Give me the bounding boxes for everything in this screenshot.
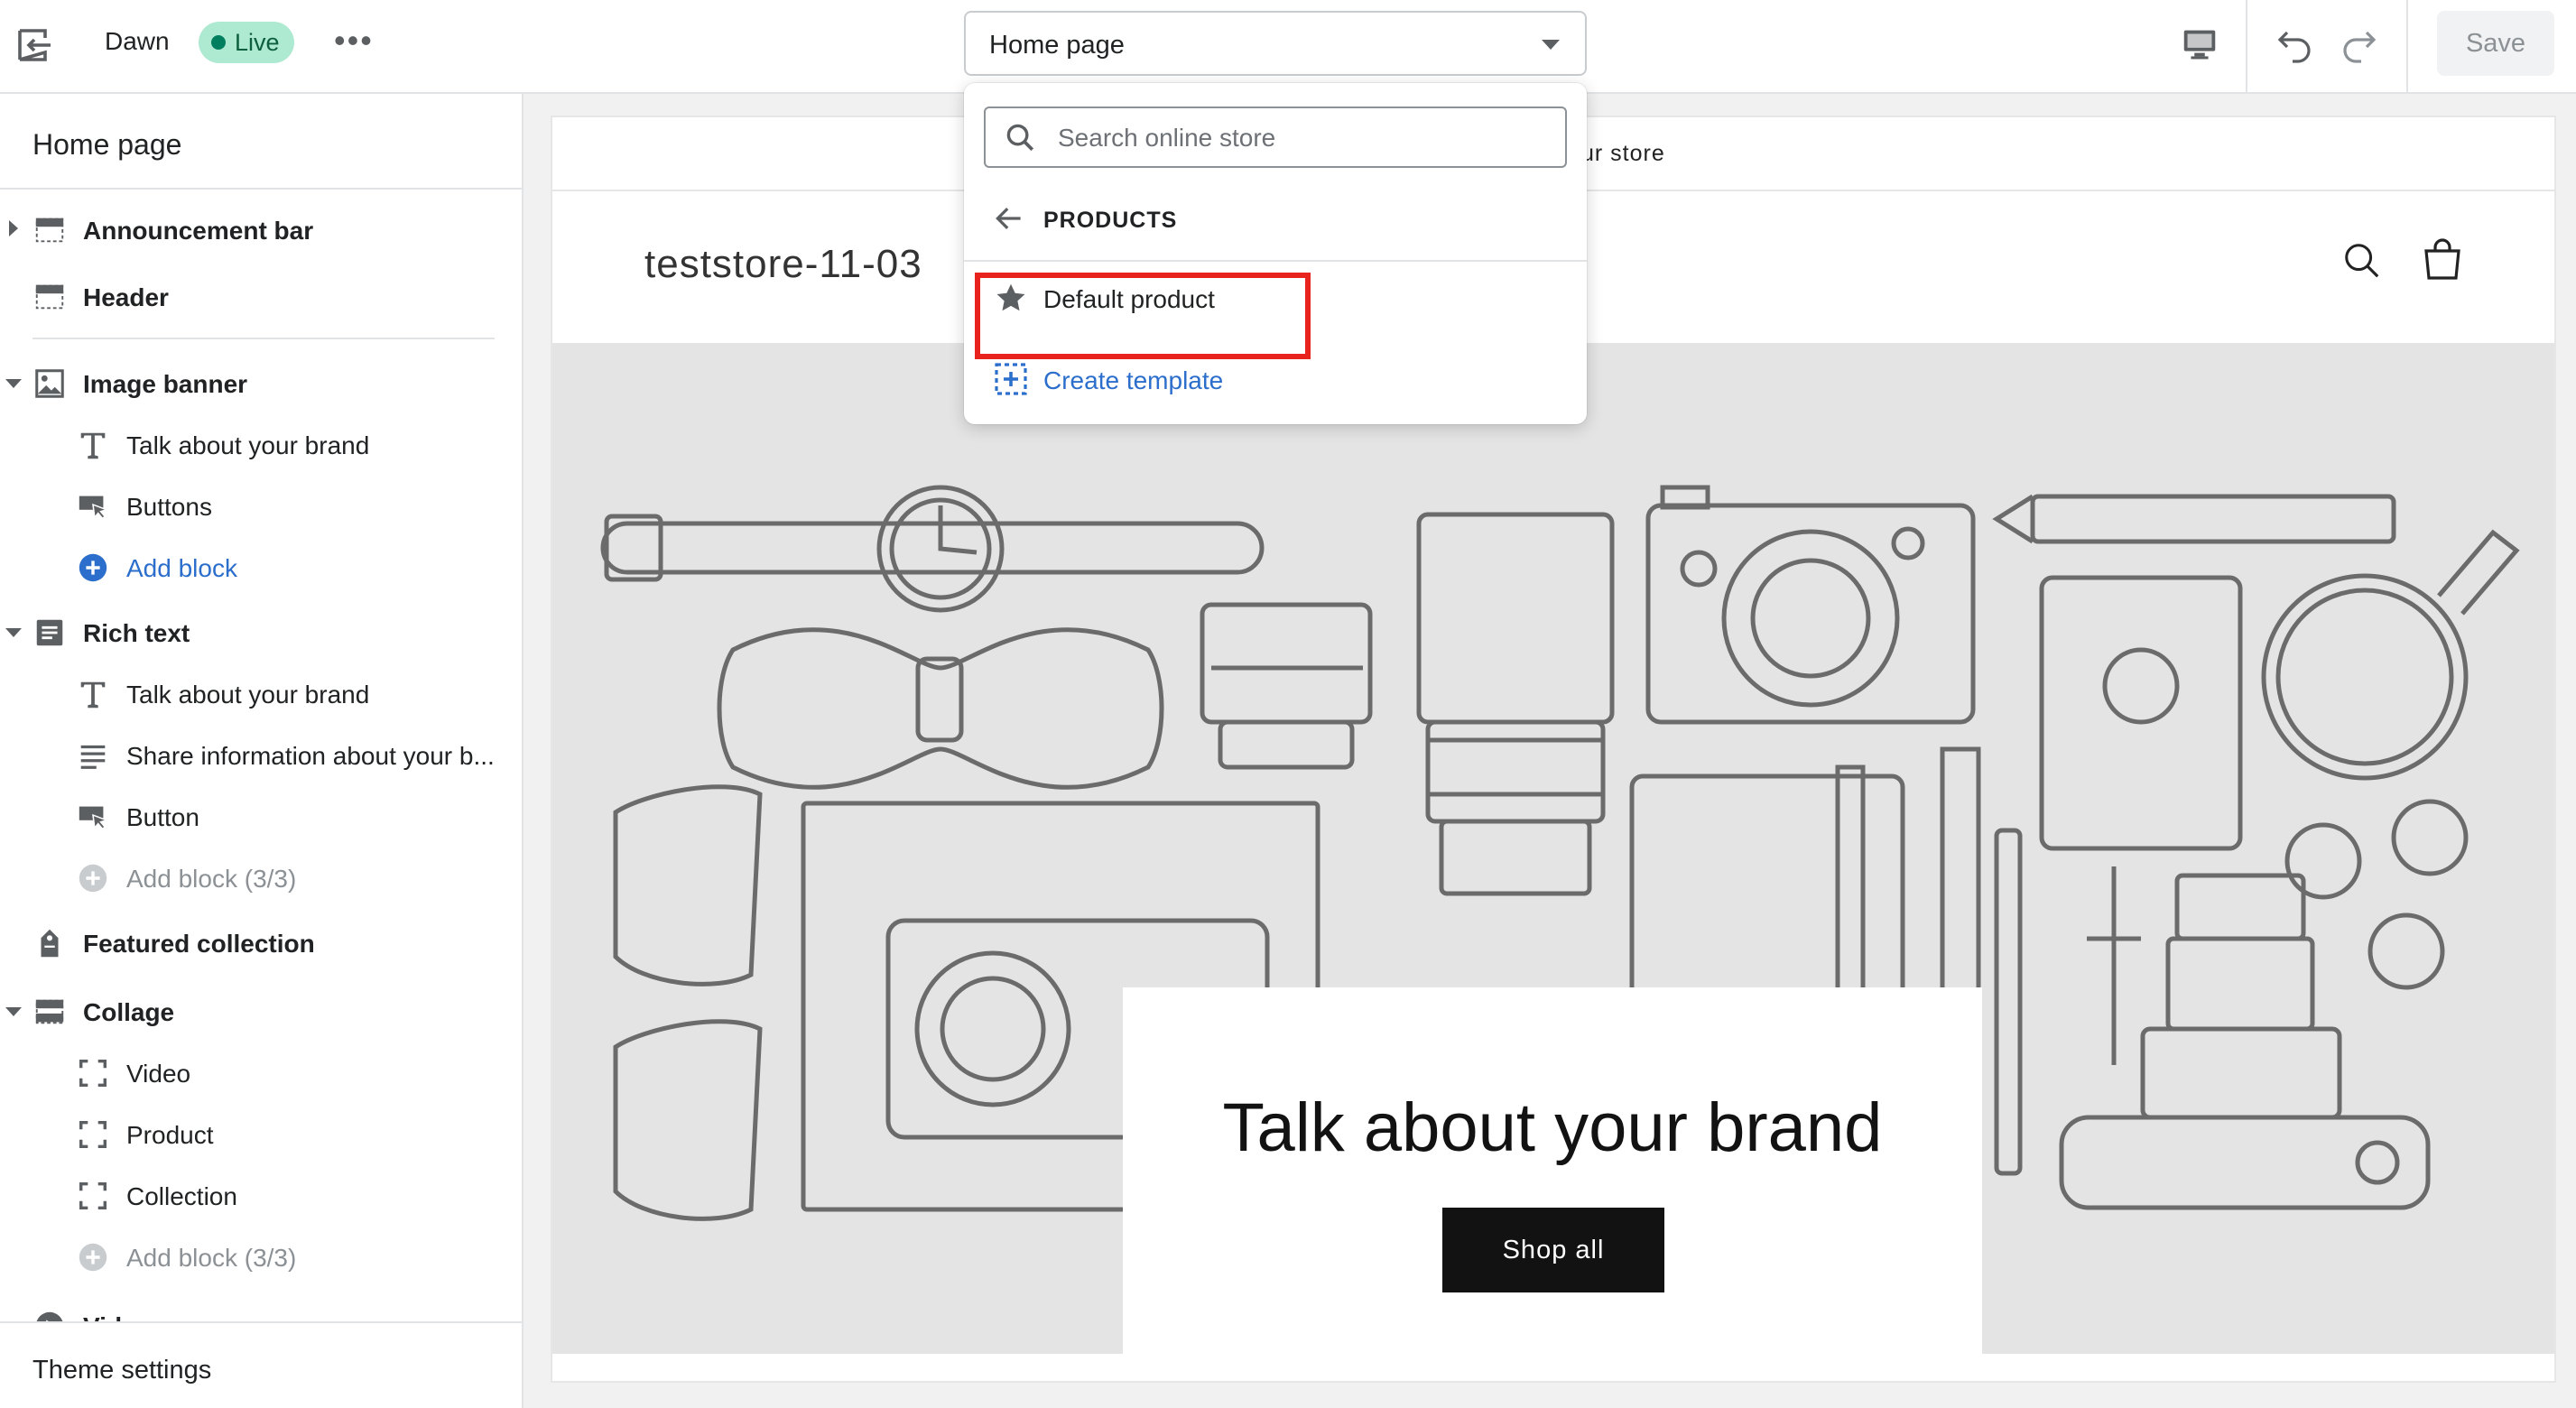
- placeholder-icon: [79, 1181, 107, 1210]
- toolbar-divider: [2406, 0, 2408, 94]
- option-label: Default product: [1043, 285, 1215, 313]
- block-text[interactable]: Talk about your brand: [0, 666, 522, 720]
- add-block-button-disabled: Add block (3/3): [0, 850, 522, 904]
- add-block-label: Add block (3/3): [126, 865, 297, 893]
- back-to-products-button[interactable]: PRODUCTS: [964, 193, 1587, 244]
- block-button[interactable]: Button: [0, 789, 522, 843]
- more-actions-button[interactable]: •••: [334, 24, 374, 57]
- block-buttons[interactable]: Buttons: [0, 478, 522, 533]
- block-label: Video: [126, 1060, 191, 1088]
- section-image-banner[interactable]: Image banner: [0, 356, 522, 410]
- section-collage[interactable]: Collage: [0, 984, 522, 1038]
- divider: [32, 338, 495, 339]
- paragraph-icon: [80, 745, 106, 769]
- redo-icon[interactable]: [2338, 23, 2381, 67]
- banner-content-box: Talk about your brand Shop all: [1123, 987, 1982, 1354]
- add-icon: [79, 864, 107, 893]
- expand-arrow-icon[interactable]: [9, 220, 18, 236]
- section-rich-text[interactable]: Rich text: [0, 605, 522, 659]
- section-label: Rich text: [83, 619, 190, 647]
- search-icon: [2345, 244, 2379, 278]
- block-label: Share information about your b...: [126, 742, 495, 770]
- rich-text-icon: [36, 619, 63, 646]
- products-heading: PRODUCTS: [1043, 208, 1178, 233]
- section-label: Collage: [83, 998, 175, 1026]
- theme-name: Dawn: [105, 27, 170, 55]
- sections-sidebar: Home page Announcement bar Header Image …: [0, 94, 524, 1408]
- block-label: Product: [126, 1121, 214, 1149]
- section-header-icon: [35, 284, 64, 310]
- section-label: Announcement bar: [83, 217, 314, 245]
- add-block-button[interactable]: Add block: [0, 540, 522, 594]
- desktop-icon[interactable]: [2179, 23, 2220, 65]
- search-field[interactable]: [984, 107, 1567, 168]
- add-block-label: Add block: [126, 554, 237, 582]
- block-paragraph[interactable]: Share information about your b...: [0, 727, 522, 782]
- save-button[interactable]: Save: [2437, 11, 2554, 76]
- block-label: Talk about your brand: [126, 681, 370, 709]
- live-status-badge: Live: [199, 22, 294, 63]
- create-template-button[interactable]: Create template: [964, 352, 1587, 406]
- live-label: Live: [235, 28, 280, 56]
- top-bar: Dawn Live ••• Home page Save: [0, 0, 2576, 94]
- page-selector[interactable]: Home page: [964, 11, 1587, 76]
- sidebar-title: Home page: [32, 128, 182, 161]
- toolbar-divider: [2246, 0, 2247, 94]
- create-template-icon: [995, 363, 1027, 395]
- block-text[interactable]: Talk about your brand: [0, 417, 522, 471]
- button-icon: [79, 496, 109, 520]
- create-template-label: Create template: [1043, 366, 1224, 394]
- banner-heading: Talk about your brand: [1222, 1089, 1883, 1166]
- shop-all-button[interactable]: Shop all: [1442, 1208, 1664, 1292]
- add-block-button-disabled: Add block (3/3): [0, 1229, 522, 1283]
- collapse-arrow-icon[interactable]: [5, 628, 22, 637]
- caret-down-icon: [1542, 40, 1560, 50]
- block-collection[interactable]: Collection: [0, 1168, 522, 1222]
- block-video[interactable]: Video: [0, 1045, 522, 1099]
- block-label: Collection: [126, 1182, 237, 1210]
- star-icon: [996, 283, 1025, 311]
- page-selector-label: Home page: [989, 31, 1125, 60]
- section-announcement-bar[interactable]: Announcement bar: [0, 202, 522, 256]
- theme-settings-button[interactable]: Theme settings: [0, 1321, 522, 1408]
- template-dropdown: PRODUCTS Default product Create template: [964, 83, 1587, 424]
- text-icon: [80, 681, 106, 709]
- section-label: Header: [83, 283, 169, 311]
- button-icon: [79, 806, 109, 830]
- search-icon: [1006, 124, 1034, 152]
- live-dot-icon: [211, 35, 226, 50]
- divider: [964, 260, 1587, 262]
- section-announcement-icon: [35, 218, 64, 243]
- image-banner-preview[interactable]: Talk about your brand Shop all: [552, 343, 2554, 1354]
- theme-settings-label: Theme settings: [32, 1356, 212, 1385]
- image-icon: [35, 369, 64, 398]
- block-label: Buttons: [126, 493, 212, 521]
- text-icon: [80, 432, 106, 459]
- cart-icon: [2424, 238, 2460, 280]
- arrow-left-icon: [996, 208, 1021, 229]
- block-label: Talk about your brand: [126, 431, 370, 459]
- placeholder-icon: [79, 1059, 107, 1088]
- add-block-label: Add block (3/3): [126, 1244, 297, 1272]
- exit-icon[interactable]: [13, 23, 56, 67]
- section-header[interactable]: Header: [0, 269, 522, 323]
- default-product-option[interactable]: Default product: [964, 271, 1587, 325]
- block-label: Button: [126, 803, 199, 831]
- divider: [0, 188, 522, 190]
- add-icon: [79, 553, 107, 582]
- undo-icon[interactable]: [2273, 23, 2316, 67]
- collage-icon: [35, 999, 64, 1024]
- tag-icon: [41, 929, 59, 958]
- store-name: teststore-11-03: [644, 242, 922, 286]
- collapse-arrow-icon[interactable]: [5, 1007, 22, 1016]
- collapse-arrow-icon[interactable]: [5, 379, 22, 388]
- section-label: Image banner: [83, 370, 248, 398]
- section-featured-collection[interactable]: Featured collection: [0, 915, 522, 969]
- placeholder-icon: [79, 1120, 107, 1149]
- block-product[interactable]: Product: [0, 1107, 522, 1161]
- section-label: Featured collection: [83, 930, 315, 958]
- announcement-text: ur store: [1581, 141, 1665, 166]
- add-icon: [79, 1243, 107, 1272]
- search-input[interactable]: [1056, 117, 1547, 159]
